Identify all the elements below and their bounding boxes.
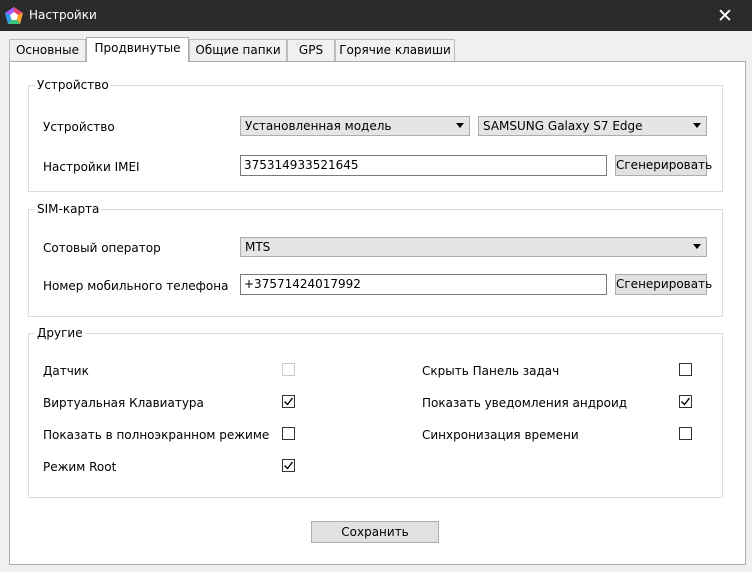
imei-value: 375314933521645	[244, 158, 359, 172]
chevron-down-icon	[693, 244, 701, 249]
other-group	[28, 333, 723, 498]
tab-label: Горячие клавиши	[339, 43, 451, 57]
device-select-value: SAMSUNG Galaxy S7 Edge	[483, 119, 643, 133]
tab-label: Основные	[15, 43, 79, 57]
button-label: Сгенерировать	[616, 158, 713, 172]
button-label: Сохранить	[341, 525, 409, 539]
tab-advanced[interactable]: Продвинутые	[86, 37, 189, 62]
operator-select-value: MTS	[245, 240, 271, 254]
checkmark-icon	[284, 461, 293, 470]
model-select[interactable]: Установленная модель	[240, 116, 470, 136]
tab-label: Продвинутые	[94, 41, 181, 55]
time-sync-checkbox[interactable]	[679, 427, 692, 440]
tab-label: Общие папки	[195, 43, 281, 57]
device-group-legend: Устройство	[35, 78, 111, 92]
operator-select[interactable]: MTS	[240, 237, 707, 257]
sensor-checkbox[interactable]	[282, 363, 295, 376]
close-button[interactable]: ✕	[710, 5, 740, 27]
sim-group	[28, 209, 723, 317]
chevron-down-icon	[693, 123, 701, 128]
fullscreen-checkbox[interactable]	[282, 427, 295, 440]
tab-hotkeys[interactable]: Горячие клавиши	[335, 39, 455, 61]
tab-gps[interactable]: GPS	[287, 39, 335, 61]
device-select[interactable]: SAMSUNG Galaxy S7 Edge	[478, 116, 707, 136]
checkmark-icon	[681, 397, 690, 406]
button-label: Сгенерировать	[616, 277, 713, 291]
imei-input[interactable]: 375314933521645	[240, 155, 607, 176]
option-label: Виртуальная Клавиатура	[43, 396, 204, 410]
chevron-down-icon	[456, 123, 464, 128]
close-icon: ✕	[717, 5, 733, 27]
option-label: Показать в полноэкранном режиме	[43, 428, 270, 442]
tab-basic[interactable]: Основные	[9, 39, 86, 61]
root-mode-checkbox[interactable]	[282, 459, 295, 472]
option-label: Режим Root	[43, 460, 117, 474]
option-label: Датчик	[43, 364, 89, 378]
operator-label: Сотовый оператор	[43, 241, 161, 255]
save-button[interactable]: Сохранить	[311, 521, 439, 543]
imei-label: Настройки IMEI	[43, 160, 140, 174]
imei-generate-button[interactable]: Сгенерировать	[615, 155, 712, 176]
option-label: Скрыть Панель задач	[422, 364, 560, 378]
window-title: Настройки	[29, 8, 97, 22]
hide-taskbar-checkbox[interactable]	[679, 363, 692, 376]
option-label: Синхронизация времени	[422, 428, 579, 442]
option-label: Показать уведомления андроид	[422, 396, 628, 410]
virtual-keyboard-checkbox[interactable]	[282, 395, 295, 408]
other-group-legend: Другие	[35, 326, 85, 340]
phone-input[interactable]: +37571424017992	[240, 274, 607, 295]
title-bar: Настройки ✕	[0, 0, 752, 31]
model-select-value: Установленная модель	[245, 119, 392, 133]
sim-group-legend: SIM-карта	[35, 202, 102, 216]
app-logo-icon	[5, 7, 23, 24]
device-label: Устройство	[43, 120, 115, 134]
phone-label: Номер мобильного телефона	[43, 279, 229, 293]
phone-generate-button[interactable]: Сгенерировать	[615, 274, 712, 295]
android-notifications-checkbox[interactable]	[679, 395, 692, 408]
phone-value: +37571424017992	[244, 277, 361, 291]
tab-shared-folders[interactable]: Общие папки	[189, 39, 287, 61]
checkmark-icon	[284, 397, 293, 406]
tab-label: GPS	[298, 43, 324, 57]
